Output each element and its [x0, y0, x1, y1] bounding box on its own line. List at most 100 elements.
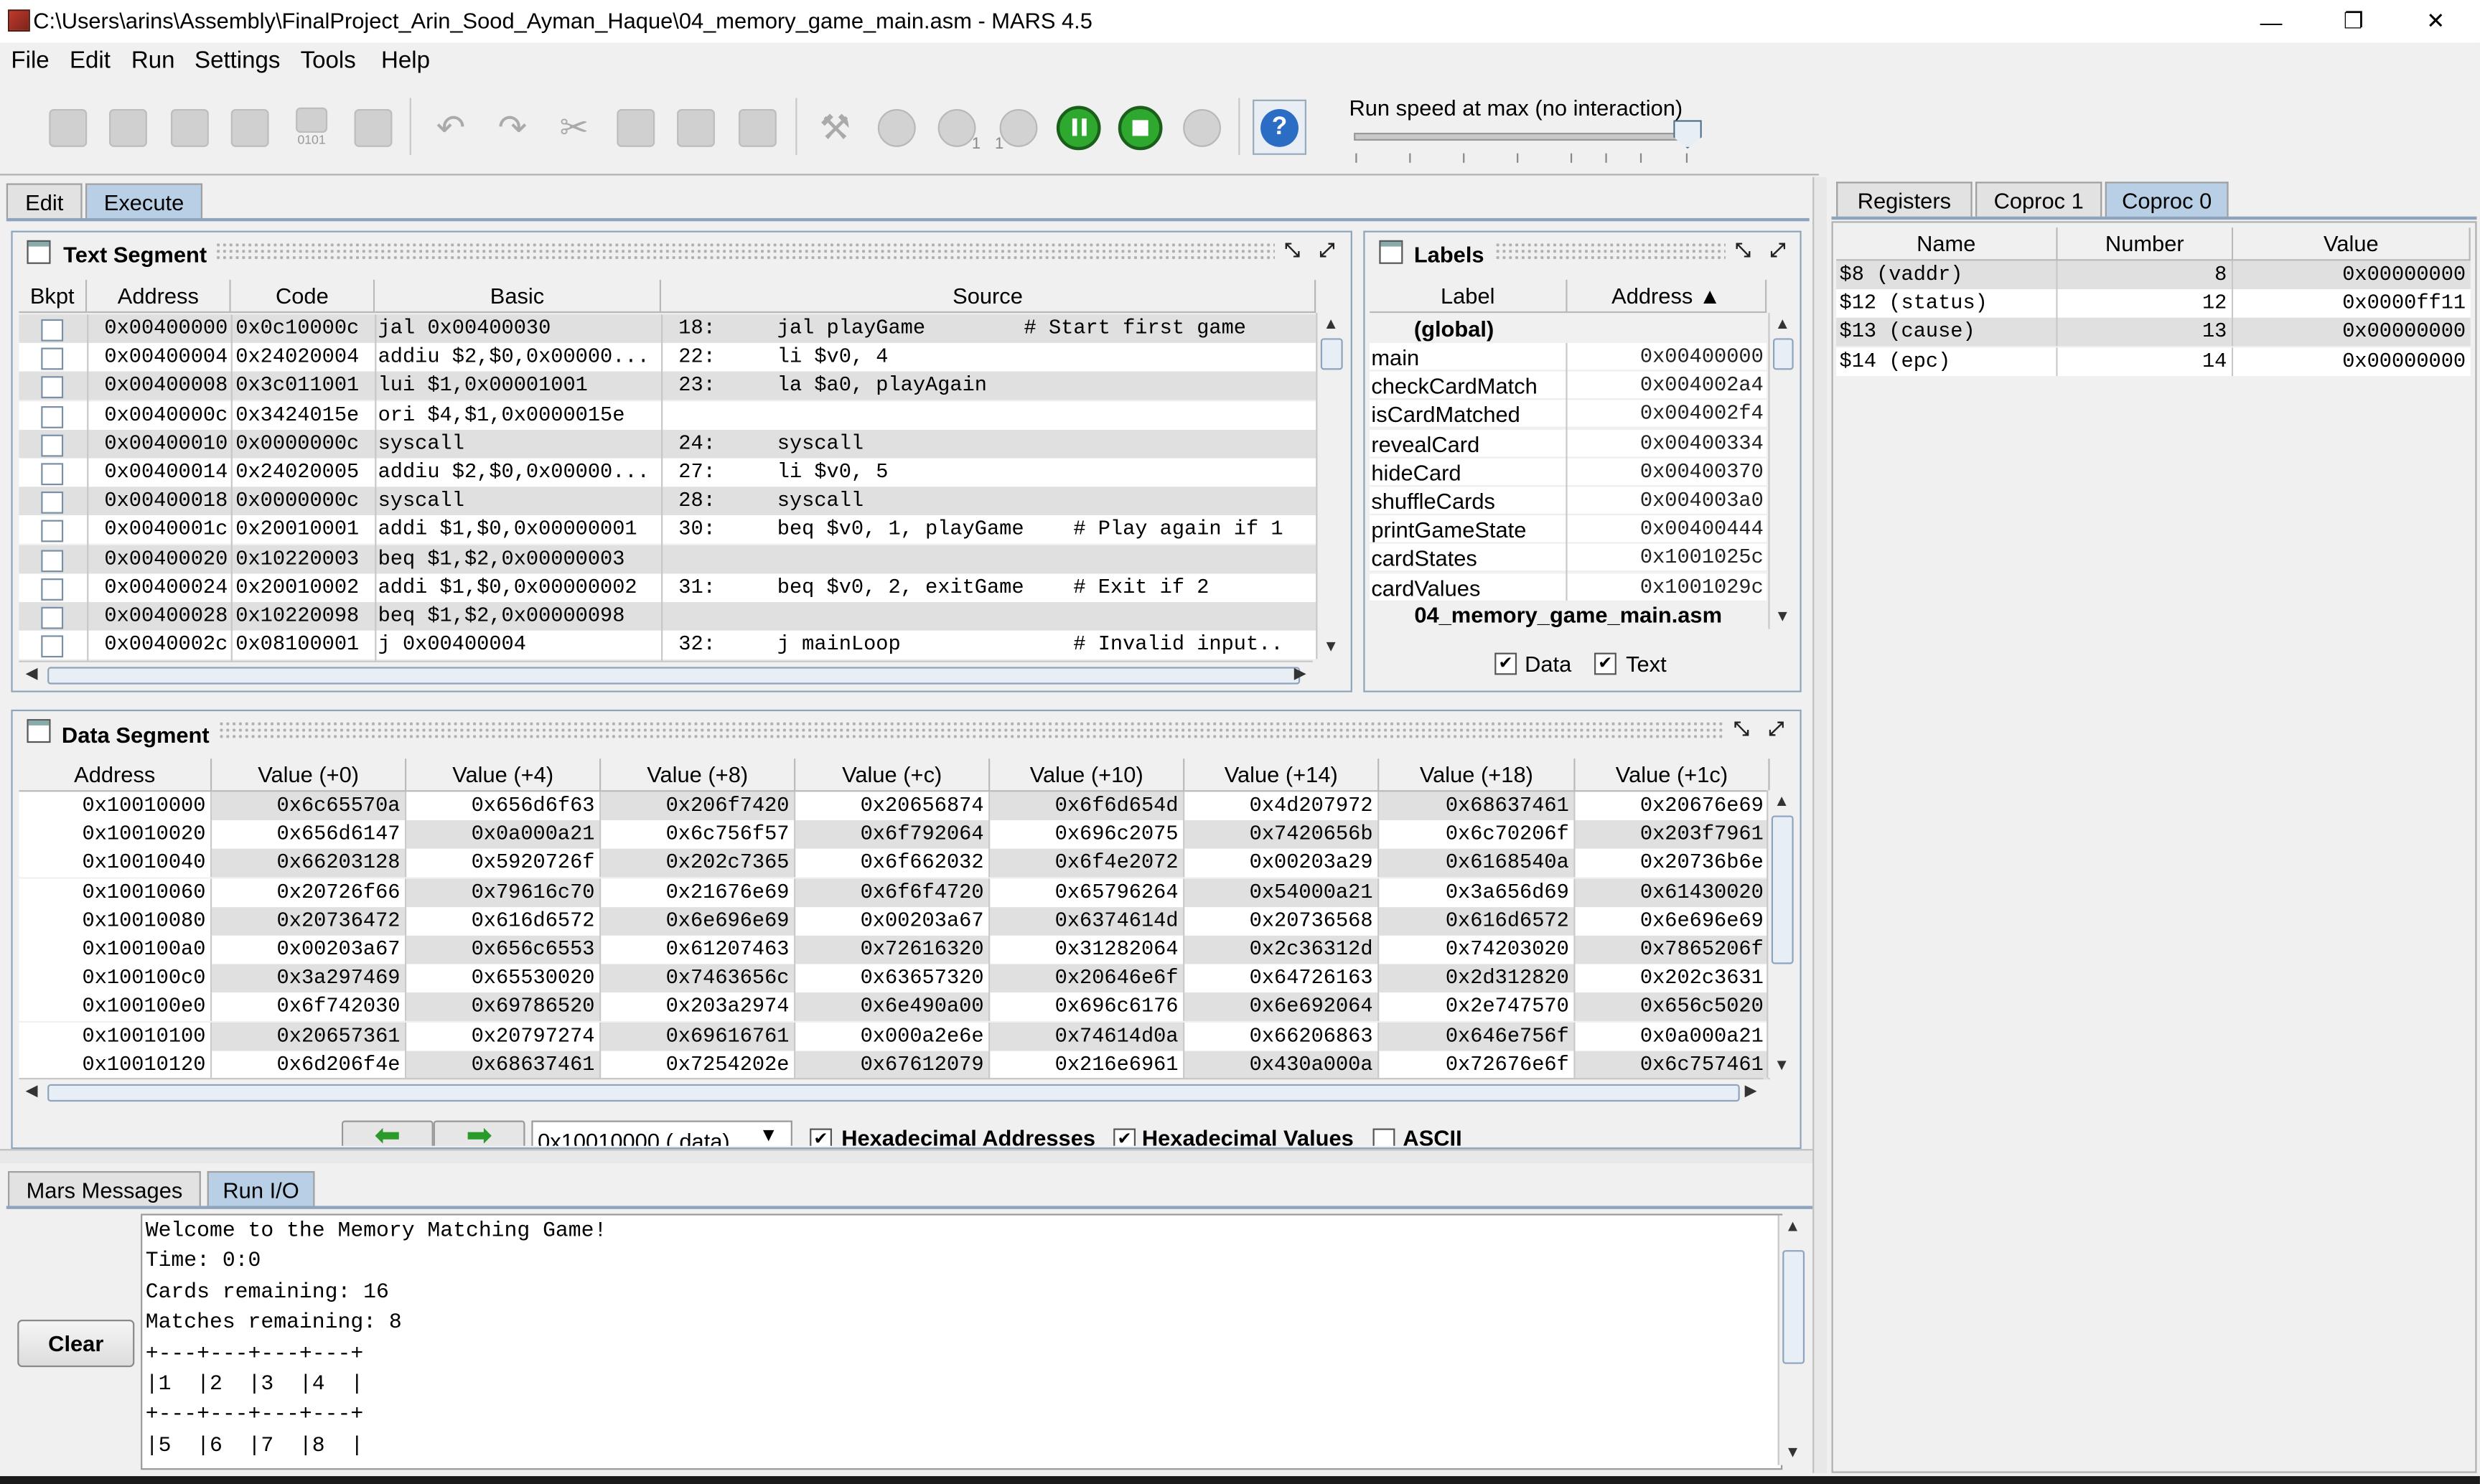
data-value-cell[interactable]: 0x65796264: [990, 878, 1185, 907]
menu-tools[interactable]: Tools: [301, 47, 356, 74]
help-icon[interactable]: ?: [1253, 99, 1307, 155]
data-value-cell[interactable]: 0x20797274: [406, 1022, 602, 1051]
data-value-cell[interactable]: 0x6374614d: [990, 906, 1185, 936]
prev-segment-button[interactable]: ⬅: [341, 1120, 434, 1146]
data-value-cell[interactable]: 0x656d6147: [212, 820, 407, 850]
breakpoint-checkbox[interactable]: [41, 463, 64, 486]
data-column-header[interactable]: Value (+1c): [1575, 759, 1770, 792]
data-value-cell[interactable]: 0x430a000a: [1184, 1051, 1380, 1079]
breakpoint-checkbox[interactable]: [41, 347, 64, 370]
tab-coproc0[interactable]: Coproc 0: [2105, 182, 2229, 217]
data-column-header[interactable]: Value (+0): [212, 759, 407, 792]
cut-icon[interactable]: ✂: [547, 100, 601, 155]
labels-file[interactable]: 04_memory_game_main.asm: [1370, 601, 1767, 629]
data-value-cell[interactable]: 0x68637461: [1379, 792, 1576, 821]
data-value-cell[interactable]: 0x20646e6f: [990, 964, 1185, 993]
data-value-cell[interactable]: 0x6c70206f: [1379, 820, 1576, 850]
data-value-cell[interactable]: 0x72676e6f: [1379, 1051, 1576, 1079]
data-value-cell[interactable]: 0x6f6d654d: [990, 792, 1185, 821]
save-as-icon[interactable]: [223, 100, 277, 155]
data-vscroll[interactable]: ▲ ▼: [1767, 790, 1795, 1079]
run-icon[interactable]: [870, 100, 924, 155]
next-segment-button[interactable]: ➡: [433, 1120, 525, 1146]
copy-icon[interactable]: [609, 100, 663, 155]
run-speed-slider-thumb[interactable]: [1673, 120, 1702, 149]
register-value[interactable]: 0x00000000: [2233, 347, 2471, 376]
data-value-cell[interactable]: 0x2c36312d: [1184, 935, 1380, 964]
data-value-cell[interactable]: 0x3a656d69: [1379, 878, 1576, 907]
data-value-cell[interactable]: 0x20656874: [795, 792, 991, 821]
data-address-cell[interactable]: 0x10010060: [19, 878, 212, 907]
data-value-cell[interactable]: 0x656c5020: [1575, 992, 1770, 1022]
console-vscroll[interactable]: ▲ ▼: [1777, 1215, 1807, 1465]
data-column-header[interactable]: Value (+18): [1379, 759, 1576, 792]
data-value-cell[interactable]: 0x74203020: [1379, 935, 1576, 964]
data-value-cell[interactable]: 0x66206863: [1184, 1022, 1380, 1051]
stop-icon[interactable]: [1113, 100, 1167, 155]
data-value-cell[interactable]: 0x20736472: [212, 906, 407, 936]
tab-registers[interactable]: Registers: [1836, 182, 1973, 217]
register-value[interactable]: 0x00000000: [2233, 260, 2471, 290]
data-value-cell[interactable]: 0x6e692064: [1184, 992, 1380, 1022]
col-code[interactable]: Code: [230, 279, 375, 314]
minimize-panel-icon[interactable]: ⤡: [1731, 718, 1753, 740]
hex-values-checkbox[interactable]: ✔: [1113, 1128, 1136, 1146]
register-value[interactable]: 0x0000ff11: [2233, 289, 2471, 319]
data-value-cell[interactable]: 0x5920726f: [406, 849, 602, 878]
run-speed-slider[interactable]: [1354, 133, 1696, 141]
split-handle[interactable]: [0, 1149, 1819, 1163]
scroll-thumb[interactable]: [1320, 338, 1343, 370]
menu-run[interactable]: Run: [131, 47, 175, 74]
col-bkpt[interactable]: Bkpt: [19, 279, 88, 314]
data-value-cell[interactable]: 0x6168540a: [1379, 849, 1576, 878]
data-value-cell[interactable]: 0x21676e69: [601, 878, 796, 907]
data-value-cell[interactable]: 0x67612079: [795, 1051, 991, 1079]
minimize-button[interactable]: —: [2230, 0, 2313, 42]
tab-edit[interactable]: Edit: [6, 183, 83, 218]
new-file-icon[interactable]: [41, 100, 95, 155]
data-value-cell[interactable]: 0x6f6f4720: [795, 878, 991, 907]
labels-group[interactable]: (global): [1370, 314, 1767, 343]
data-value-cell[interactable]: 0x69786520: [406, 992, 602, 1022]
breakpoint-checkbox[interactable]: [41, 578, 64, 601]
menu-edit[interactable]: Edit: [70, 47, 111, 74]
data-value-cell[interactable]: 0x74614d0a: [990, 1022, 1185, 1051]
data-value-cell[interactable]: 0x656c6553: [406, 935, 602, 964]
data-address-cell[interactable]: 0x10010080: [19, 906, 212, 936]
data-value-cell[interactable]: 0x20726f66: [212, 878, 407, 907]
breakpoint-checkbox[interactable]: [41, 520, 64, 543]
data-value-cell[interactable]: 0x72616320: [795, 935, 991, 964]
data-value-cell[interactable]: 0x6e696e69: [1575, 906, 1770, 936]
reset-icon[interactable]: [1175, 100, 1229, 155]
data-value-cell[interactable]: 0x646e756f: [1379, 1022, 1576, 1051]
tab-coproc1[interactable]: Coproc 1: [1975, 182, 2102, 217]
data-address-cell[interactable]: 0x10010120: [19, 1051, 212, 1079]
data-value-cell[interactable]: 0x6c756f57: [601, 820, 796, 850]
data-value-cell[interactable]: 0x20736568: [1184, 906, 1380, 936]
breakpoint-checkbox[interactable]: [41, 549, 64, 572]
data-address-cell[interactable]: 0x100100c0: [19, 964, 212, 993]
minimize-panel-icon[interactable]: ⤡: [1281, 239, 1304, 261]
print-icon[interactable]: [347, 100, 401, 155]
col-reg-value[interactable]: Value: [2233, 227, 2471, 261]
data-value-cell[interactable]: 0x202c3631: [1575, 964, 1770, 993]
close-button[interactable]: ✕: [2395, 0, 2477, 42]
maximize-panel-icon[interactable]: ⤢: [1765, 718, 1787, 740]
step-icon[interactable]: 1: [930, 100, 984, 155]
data-value-cell[interactable]: 0x79616c70: [406, 878, 602, 907]
data-column-header[interactable]: Value (+4): [406, 759, 602, 792]
undo-icon[interactable]: ↶: [424, 100, 478, 155]
save-icon[interactable]: [163, 100, 217, 155]
split-handle[interactable]: [1812, 177, 1827, 1473]
data-value-cell[interactable]: 0x0a000a21: [406, 820, 602, 850]
data-address-cell[interactable]: 0x100100e0: [19, 992, 212, 1022]
text-hscroll[interactable]: ◀ ▶: [19, 660, 1313, 690]
data-column-header[interactable]: Value (+c): [795, 759, 991, 792]
tab-run-io[interactable]: Run I/O: [207, 1170, 315, 1206]
data-value-cell[interactable]: 0x63657320: [795, 964, 991, 993]
data-value-cell[interactable]: 0x00203a67: [212, 935, 407, 964]
paste-icon[interactable]: [669, 100, 723, 155]
register-value[interactable]: 0x00000000: [2233, 318, 2471, 347]
data-value-cell[interactable]: 0x6f792064: [795, 820, 991, 850]
data-value-cell[interactable]: 0x616d6572: [406, 906, 602, 936]
